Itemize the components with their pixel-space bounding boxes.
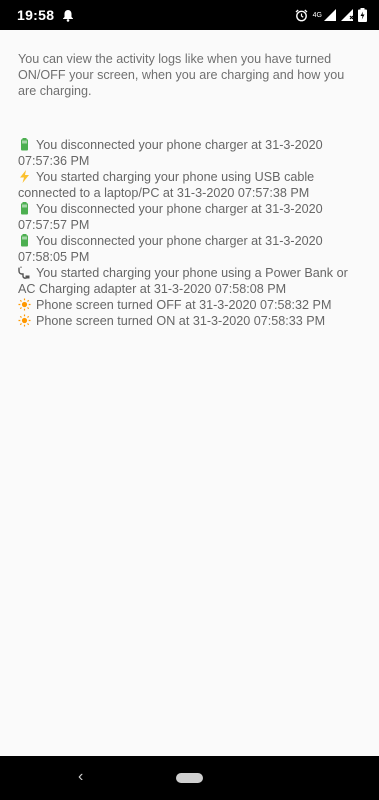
log-entry: You started charging your phone using US… xyxy=(18,169,366,201)
sun-icon xyxy=(18,314,31,327)
log-entry-text: You started charging your phone using US… xyxy=(18,170,315,200)
network-type-label: 4G xyxy=(312,11,322,19)
status-time: 19:58 xyxy=(17,7,55,23)
log-entry: You disconnected your phone charger at 3… xyxy=(18,137,366,169)
status-bar: 19:58 4G xyxy=(0,0,379,30)
navigation-bar: ‹ xyxy=(0,756,379,800)
back-chevron-icon[interactable]: ‹ xyxy=(78,769,83,785)
log-entry-text: You started charging your phone using a … xyxy=(18,266,348,296)
notification-bell-icon xyxy=(62,9,74,22)
activity-log-list: You disconnected your phone charger at 3… xyxy=(18,137,366,329)
log-entry-text: You disconnected your phone charger at 3… xyxy=(18,202,323,232)
log-entry-text: You disconnected your phone charger at 3… xyxy=(18,234,323,264)
alarm-icon xyxy=(295,9,308,22)
signal-icon xyxy=(324,9,336,21)
intro-text: You can view the activity logs like when… xyxy=(18,52,345,98)
log-entry: You started charging your phone using a … xyxy=(18,265,366,297)
plug-icon xyxy=(18,266,31,279)
battery-icon xyxy=(18,138,31,151)
activity-log-screen: You can view the activity logs like when… xyxy=(0,30,379,756)
battery-icon xyxy=(18,234,31,247)
log-entry-text: Phone screen turned ON at 31-3-2020 07:5… xyxy=(36,314,326,328)
log-entry: You disconnected your phone charger at 3… xyxy=(18,233,366,265)
sun-icon xyxy=(18,298,31,311)
log-entry: Phone screen turned OFF at 31-3-2020 07:… xyxy=(18,297,366,313)
log-entry-text: You disconnected your phone charger at 3… xyxy=(18,138,323,168)
log-entry: Phone screen turned ON at 31-3-2020 07:5… xyxy=(18,313,366,329)
home-pill-button[interactable] xyxy=(176,773,203,783)
log-entry-text: Phone screen turned OFF at 31-3-2020 07:… xyxy=(36,298,332,312)
lightning-icon xyxy=(18,170,31,183)
log-entry: You disconnected your phone charger at 3… xyxy=(18,201,366,233)
no-sim-signal-icon xyxy=(341,9,353,21)
battery-icon xyxy=(18,202,31,215)
battery-charging-icon xyxy=(358,8,367,22)
